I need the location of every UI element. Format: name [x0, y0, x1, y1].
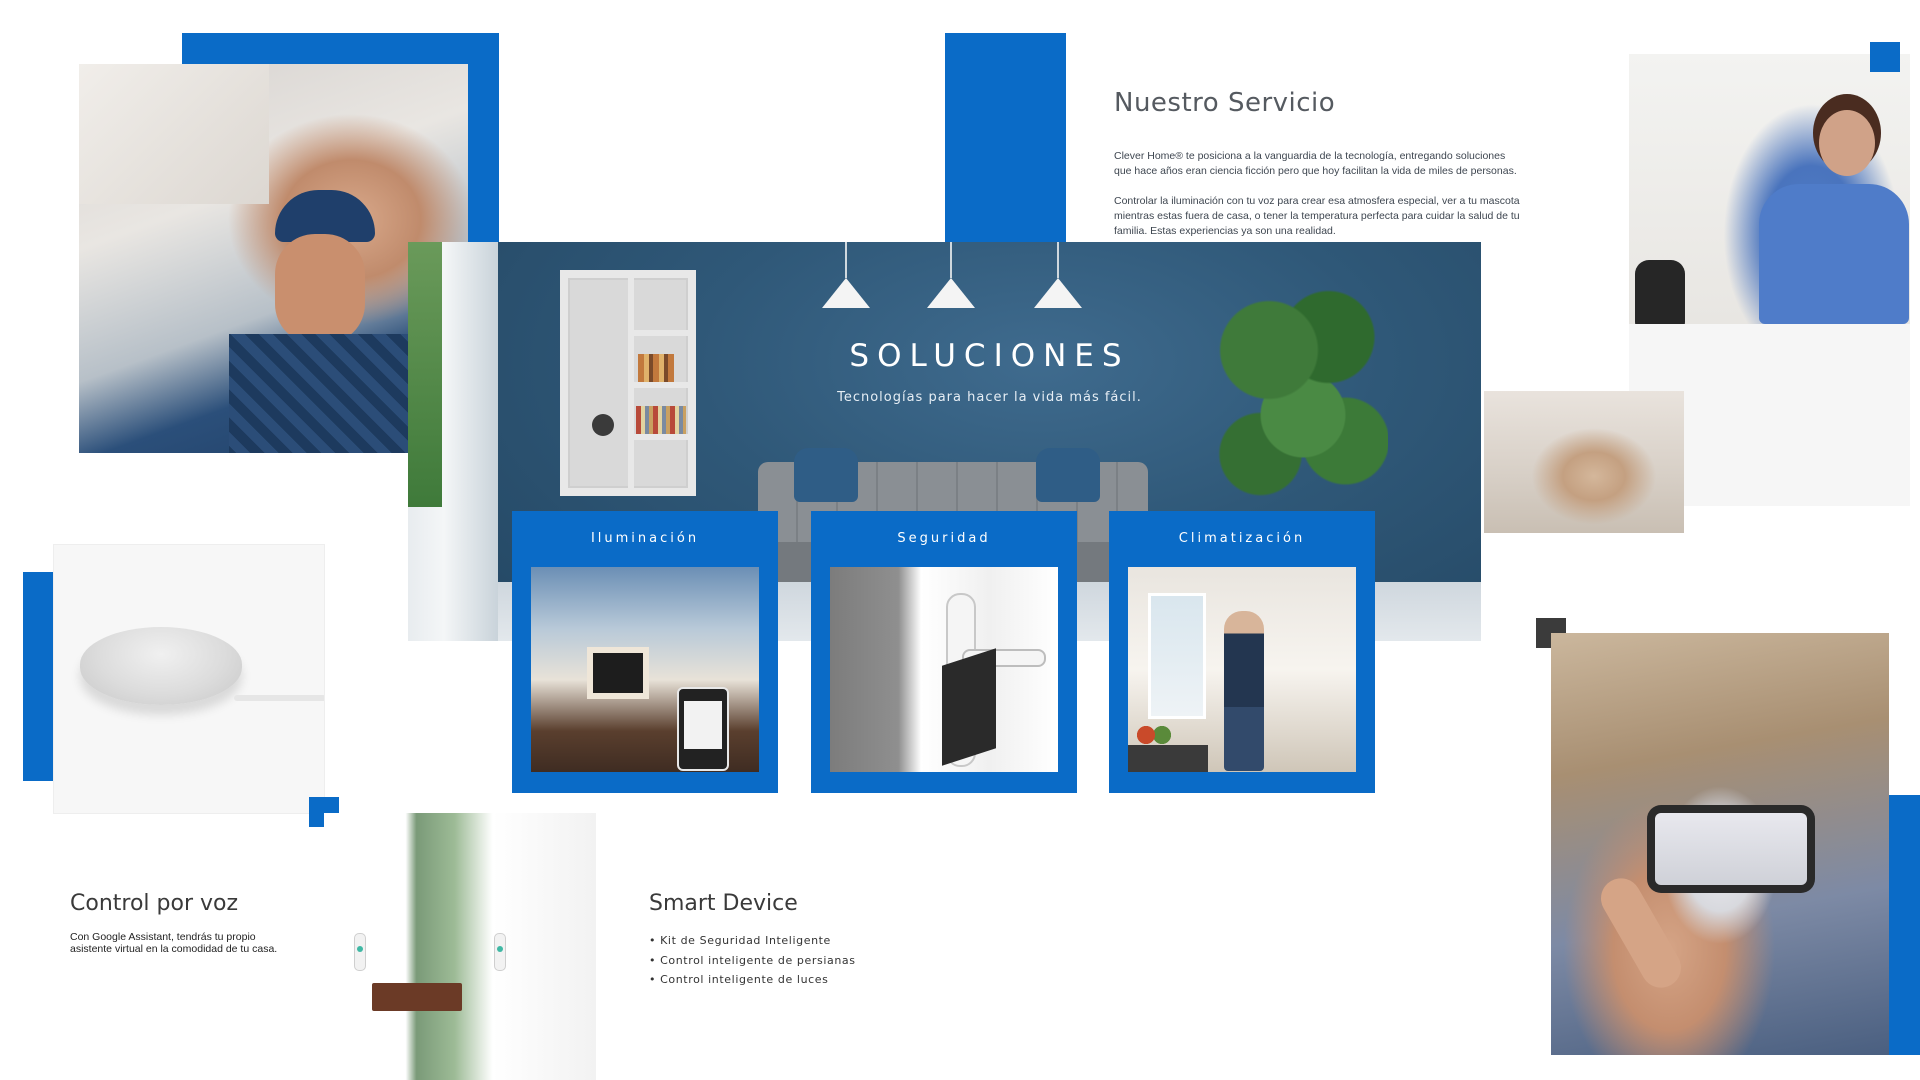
nuestro-servicio-paragraph-2: Controlar la iluminación con tu voz para… — [1114, 194, 1520, 239]
lamp-cord — [1057, 242, 1059, 278]
smartphone-screen — [1655, 813, 1807, 885]
accent-square-top-right — [1870, 42, 1900, 72]
control-por-voz-title: Control por voz — [70, 891, 239, 916]
hero-subtitle: Tecnologías para hacer la vida más fácil… — [837, 390, 1142, 405]
shelf-divider — [634, 434, 688, 440]
coffee-table — [372, 983, 462, 1011]
paragraph-1-line-2: que hace años eran ciencia ficción pero … — [1114, 165, 1517, 177]
accent-bar-speaker — [23, 572, 53, 781]
paragraph-2-line-1: Controlar la iluminación con tu voz para… — [1114, 195, 1520, 207]
climatizacion-image — [1128, 567, 1356, 772]
accent-block-top-center — [945, 33, 1066, 248]
paragraph-1-line-1: Clever Home® te posiciona a la vanguardi… — [1114, 150, 1506, 162]
card-iluminacion[interactable]: Iluminación — [512, 511, 778, 793]
smart-device-title: Smart Device — [649, 891, 798, 916]
door-sensor — [354, 933, 366, 971]
paragraph-2-line-2: mientras estas fuera de casa, o tener la… — [1114, 210, 1520, 222]
hero-title: SOLUCIONES — [849, 338, 1130, 374]
shelf-divider — [634, 330, 688, 336]
list-item: Control inteligente de persianas — [649, 954, 856, 974]
phone-app — [677, 687, 729, 771]
fireplace — [593, 653, 643, 693]
smart-lock — [942, 648, 996, 766]
woman-head — [1819, 110, 1875, 176]
pendant-lamp — [822, 278, 870, 308]
card-title: Climatización — [1178, 531, 1306, 546]
hero-left-window — [408, 242, 498, 641]
speaker-cable — [234, 695, 324, 701]
page: Nuestro Servicio Clever Home® te posicio… — [0, 0, 1920, 1080]
wall-shelf — [560, 270, 696, 496]
pendant-lamp — [927, 278, 975, 308]
control-por-voz-text: Con Google Assistant, tendrás tu propio … — [70, 931, 277, 955]
window-greenery — [408, 242, 442, 507]
card-title: Iluminación — [590, 531, 700, 546]
shelf-books — [636, 406, 686, 434]
seguridad-image — [830, 567, 1058, 772]
vegetables — [1134, 725, 1174, 745]
sofa-pillow — [1036, 448, 1100, 502]
family-photo — [1484, 391, 1684, 533]
nuestro-servicio-title: Nuestro Servicio — [1114, 88, 1336, 118]
control-por-voz-line-1: Con Google Assistant, tendrás tu propio — [70, 931, 256, 943]
pendant-lamp — [1034, 278, 1082, 308]
control-por-voz-line-2: asistente virtual en la comodidad de tu … — [70, 943, 278, 955]
smart-speaker-photo — [53, 544, 325, 814]
speaker-body — [80, 627, 242, 705]
accent-bar-bottom-right — [1889, 795, 1920, 1055]
smart-device-list: Kit de Seguridad Inteligente Control int… — [649, 934, 856, 993]
paragraph-2-line-3: familia. Estas experiencias ya son una r… — [1114, 225, 1336, 237]
door-sensor — [494, 933, 506, 971]
card-seguridad[interactable]: Seguridad — [811, 511, 1077, 793]
shelf-vase — [592, 414, 614, 436]
lamp-cord — [950, 242, 952, 278]
iluminacion-image — [531, 567, 759, 772]
technician-face — [275, 234, 365, 344]
door-sensor-photo — [324, 813, 596, 1080]
ac-unit — [79, 64, 269, 204]
sofa-pillow — [794, 448, 858, 502]
man-with-tablet — [1224, 611, 1264, 771]
kitchen-window — [1148, 593, 1206, 719]
list-item: Control inteligente de luces — [649, 973, 856, 993]
list-item: Kit de Seguridad Inteligente — [649, 934, 856, 954]
shelf-divider — [634, 382, 688, 388]
nuestro-servicio-paragraph-1: Clever Home® te posiciona a la vanguardi… — [1114, 149, 1517, 179]
woman-shirt — [1759, 184, 1909, 324]
phone-control-photo — [1551, 633, 1889, 1055]
card-title: Seguridad — [897, 531, 991, 546]
card-climatizacion[interactable]: Climatización — [1109, 511, 1375, 793]
lamp-cord — [845, 242, 847, 278]
stove — [1128, 745, 1208, 772]
